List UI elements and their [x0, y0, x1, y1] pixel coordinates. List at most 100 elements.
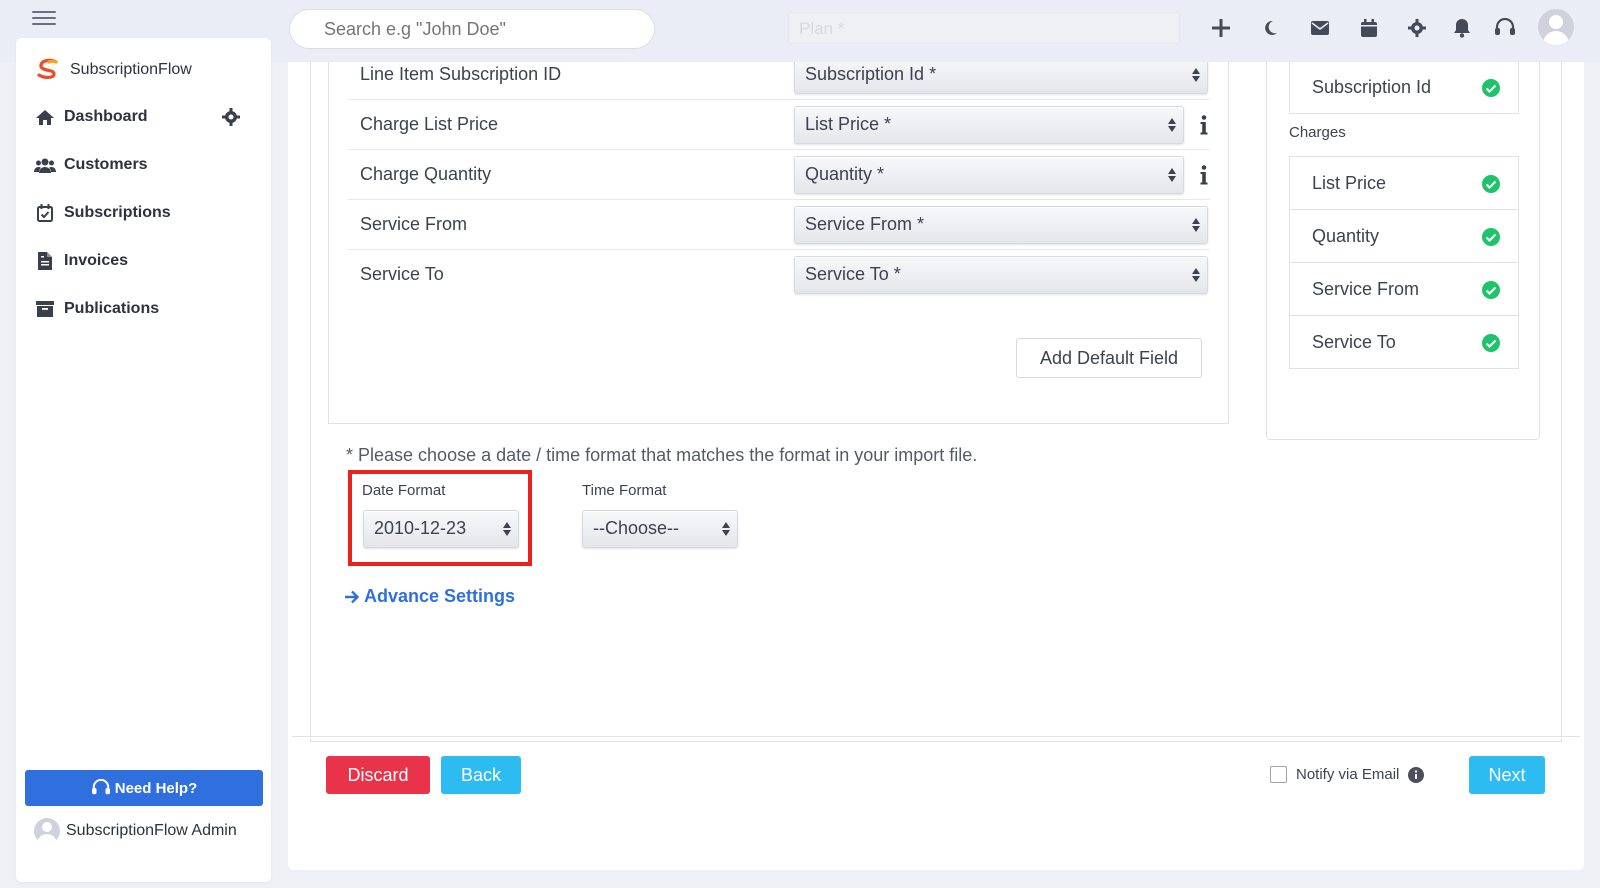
check-circle-icon — [1482, 281, 1500, 299]
hamburger-menu-icon[interactable] — [32, 8, 56, 26]
mapped-field-item: Quantity — [1289, 209, 1519, 263]
check-circle-icon — [1482, 334, 1500, 352]
calendar-check-icon — [34, 204, 56, 222]
mapping-select[interactable]: Service From * — [794, 206, 1208, 244]
sidebar-item-dashboard[interactable]: Dashboard — [34, 104, 148, 130]
back-button[interactable]: Back — [441, 756, 521, 794]
sidebar-item-customers[interactable]: Customers — [34, 152, 148, 178]
headset-icon[interactable] — [1491, 14, 1519, 42]
notify-email-option[interactable]: Notify via Email — [1270, 766, 1425, 783]
mapped-field-item: List Price — [1289, 156, 1519, 210]
mapping-row: Service To Service To * — [348, 250, 1210, 300]
users-icon — [34, 156, 56, 174]
mapped-field-label: Service From — [1312, 279, 1420, 299]
mapping-select-value: Service From * — [805, 214, 925, 234]
sidebar-item-label: Invoices — [64, 252, 129, 269]
time-format-value: --Choose-- — [593, 518, 680, 538]
bell-icon[interactable] — [1448, 14, 1476, 42]
settings-gear-icon[interactable] — [1403, 14, 1431, 42]
admin-user[interactable]: SubscriptionFlow Admin — [34, 818, 237, 844]
info-icon[interactable] — [1200, 165, 1208, 185]
mapping-row-label: Charge List Price — [360, 114, 499, 134]
user-avatar[interactable] — [1538, 9, 1574, 45]
archive-icon — [34, 300, 56, 318]
mapping-row-label: Service From — [360, 214, 468, 234]
admin-name: SubscriptionFlow Admin — [66, 822, 237, 839]
footer-divider — [292, 736, 1580, 737]
subscriptionflow-logo-icon — [37, 58, 58, 79]
main-panel: Line Item Subscription ID Subscription I… — [288, 20, 1584, 870]
sidebar: SubscriptionFlow Dashboard Customers Sub… — [16, 38, 271, 882]
sidebar-item-publications[interactable]: Publications — [34, 296, 159, 322]
discard-button[interactable]: Discard — [326, 756, 430, 794]
date-format-value: 2010-12-23 — [374, 518, 467, 538]
advance-settings-label: Advance Settings — [364, 586, 516, 606]
check-circle-icon — [1482, 79, 1500, 97]
next-button[interactable]: Next — [1469, 756, 1545, 794]
headset-icon — [91, 779, 110, 795]
mapped-field-label: Service To — [1312, 332, 1396, 352]
mapping-row: Service From Service From * — [348, 200, 1210, 250]
charges-heading: Charges — [1289, 124, 1346, 141]
brand[interactable]: SubscriptionFlow — [34, 58, 192, 82]
mapped-field-label: Subscription Id — [1312, 77, 1432, 97]
select-arrows-icon — [1168, 168, 1176, 182]
mapping-select-value: Quantity * — [805, 164, 885, 184]
advance-settings-link[interactable]: Advance Settings — [344, 586, 515, 607]
select-arrows-icon — [1192, 268, 1200, 282]
add-default-field-button[interactable]: Add Default Field — [1016, 338, 1202, 378]
sidebar-item-invoices[interactable]: Invoices — [34, 248, 128, 274]
sidebar-item-label: Subscriptions — [64, 204, 171, 221]
arrow-right-icon — [345, 590, 360, 603]
date-format-select[interactable]: 2010-12-23 — [363, 510, 519, 548]
sidebar-item-subscriptions[interactable]: Subscriptions — [34, 200, 171, 226]
mapped-field-item: Subscription Id — [1289, 60, 1519, 114]
calendar-icon[interactable] — [1355, 14, 1383, 42]
time-format-label: Time Format — [582, 482, 667, 499]
mapping-select-value: Service To * — [805, 264, 901, 284]
mapped-field-item: Service To — [1289, 315, 1519, 369]
plan-field-ghost: Plan * — [788, 12, 1180, 44]
time-format-select[interactable]: --Choose-- — [582, 510, 738, 548]
mapped-field-item: Service From — [1289, 262, 1519, 316]
select-arrows-icon — [1168, 118, 1176, 132]
notify-email-label: Notify via Email — [1296, 766, 1400, 783]
need-help-label: Need Help? — [114, 779, 198, 797]
sidebar-item-label: Customers — [64, 156, 148, 173]
sidebar-item-label: Dashboard — [64, 108, 148, 125]
date-format-label: Date Format — [362, 482, 446, 499]
info-icon[interactable] — [1200, 115, 1208, 135]
mapped-field-label: List Price — [1312, 173, 1387, 193]
select-arrows-icon — [1192, 218, 1200, 232]
mapping-select[interactable]: List Price * — [794, 106, 1184, 144]
format-note: * Please choose a date / time format tha… — [346, 445, 978, 465]
select-arrows-icon — [1192, 68, 1200, 82]
search-input[interactable] — [289, 9, 655, 49]
file-invoice-icon — [34, 252, 56, 270]
check-circle-icon — [1482, 228, 1500, 246]
dashboard-settings-gear-icon[interactable] — [222, 108, 240, 126]
select-arrows-icon — [503, 522, 511, 536]
sidebar-item-label: Publications — [64, 300, 160, 317]
mapping-row-label: Line Item Subscription ID — [360, 64, 562, 84]
plus-icon[interactable] — [1207, 14, 1235, 42]
check-circle-icon — [1482, 175, 1500, 193]
mapping-row-label: Charge Quantity — [360, 164, 492, 184]
select-arrows-icon — [722, 522, 730, 536]
brand-name: SubscriptionFlow — [70, 61, 192, 78]
mapping-select[interactable]: Quantity * — [794, 156, 1184, 194]
mapped-field-label: Quantity — [1312, 226, 1380, 246]
admin-avatar — [34, 818, 60, 844]
mapped-fields-panel: Subscription Id Charges List Price Quant… — [1266, 20, 1540, 440]
mapping-row-label: Service To — [360, 264, 444, 284]
mapping-row: Charge Quantity Quantity * — [348, 150, 1210, 200]
mapping-row: Charge List Price List Price * — [348, 100, 1210, 150]
home-icon — [34, 108, 56, 126]
mapping-select-value: Subscription Id * — [805, 64, 937, 84]
mail-icon[interactable] — [1306, 14, 1334, 42]
mapping-select[interactable]: Service To * — [794, 256, 1208, 294]
info-circle-icon[interactable] — [1408, 766, 1425, 783]
notify-email-checkbox[interactable] — [1270, 766, 1287, 783]
moon-icon[interactable] — [1256, 14, 1284, 42]
need-help-button[interactable]: Need Help? — [25, 770, 263, 806]
